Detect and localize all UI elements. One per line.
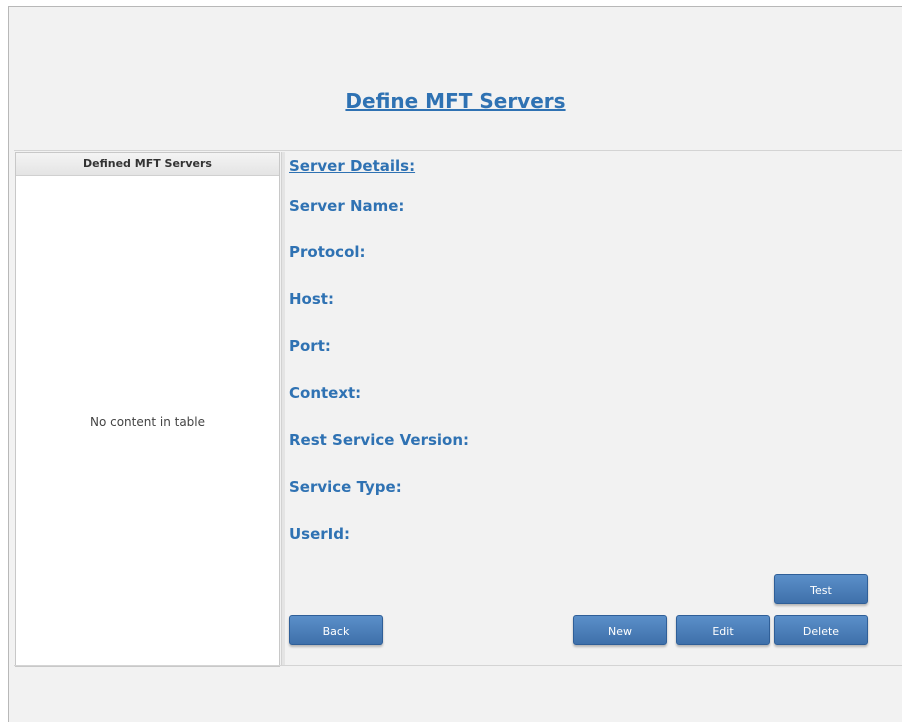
server-details-panel: Server Details: Server Name: Protocol: H…	[289, 157, 469, 543]
delete-button[interactable]: Delete	[774, 615, 868, 645]
host-label: Host:	[289, 290, 334, 308]
back-button[interactable]: Back	[289, 615, 383, 645]
servers-table-header[interactable]: Defined MFT Servers	[16, 153, 279, 176]
server-name-label: Server Name:	[289, 197, 405, 215]
servers-table[interactable]: Defined MFT Servers No content in table	[15, 152, 280, 667]
new-button[interactable]: New	[573, 615, 667, 645]
header-divider	[14, 150, 902, 151]
rest-service-version-label: Rest Service Version:	[289, 431, 470, 449]
userid-label: UserId:	[289, 525, 350, 543]
table-empty-message: No content in table	[89, 415, 206, 429]
test-button[interactable]: Test	[774, 574, 868, 604]
port-label: Port:	[289, 337, 331, 355]
footer-divider	[14, 665, 902, 666]
service-type-label: Service Type:	[289, 478, 402, 496]
edit-button[interactable]: Edit	[676, 615, 770, 645]
page-title: Define MFT Servers	[345, 89, 566, 113]
context-label: Context:	[289, 384, 362, 402]
protocol-label: Protocol:	[289, 243, 366, 261]
app-window: Define MFT Servers Defined MFT Servers N…	[8, 6, 902, 722]
server-details-title: Server Details:	[289, 157, 416, 175]
split-pane-divider[interactable]	[281, 152, 285, 666]
